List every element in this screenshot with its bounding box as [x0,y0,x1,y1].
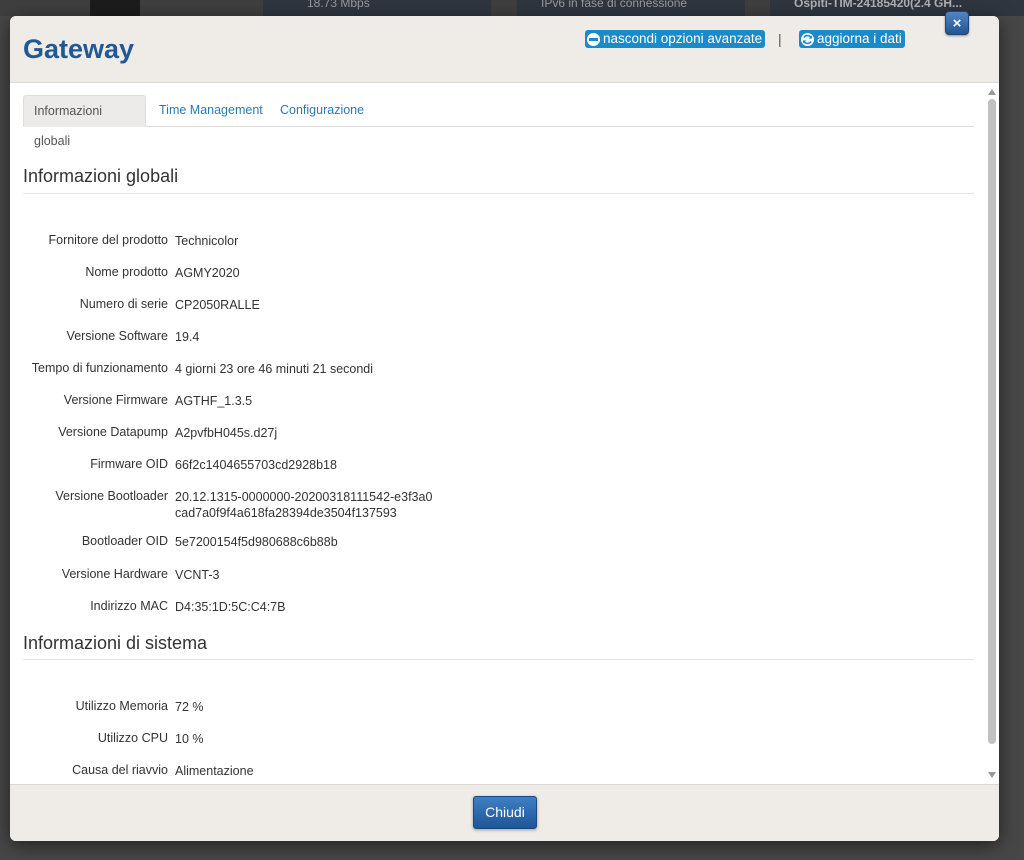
refresh-data-button[interactable]: aggiorna i dati [799,30,905,48]
background-guest-wifi-text: Ospiti-TIM-24185420(2.4 GH... [794,0,963,10]
refresh-icon [801,32,814,46]
info-value: Technicolor [175,234,239,248]
background-card-guest-wifi: Ospiti-TIM-24185420(2.4 GH... [770,0,1024,16]
info-value: VCNT-3 [175,568,220,582]
section-title-global-info: Informazioni globali [23,166,179,186]
info-value: AGTHF_1.3.5 [175,394,253,408]
modal-title: Gateway [23,34,135,64]
info-value: 19.4 [175,330,200,344]
section-title-system-info: Informazioni di sistema [23,633,208,653]
scroll-up-arrow-icon[interactable] [988,89,996,95]
section-divider [23,659,974,660]
modal-body: Informazioni globali Time Management Con… [10,83,999,784]
info-label: Bootloader OID [81,534,168,548]
gateway-modal: Gateway nascondi opzioni avanzate | aggi… [10,16,999,841]
info-label: Versione Firmware [63,393,168,407]
info-value: 10 % [175,732,204,746]
vertical-scrollbar[interactable] [986,83,999,784]
modal-header: Gateway nascondi opzioni avanzate | aggi… [10,16,999,83]
minus-circle-icon [587,32,600,46]
info-value: 66f2c1404655703cd2928b18 [175,458,337,472]
tab-time-management[interactable]: Time Management [149,95,273,127]
hide-advanced-options-button[interactable]: nascondi opzioni avanzate [585,30,766,48]
modal-close-x-button[interactable]: × [945,11,969,35]
scrollbar-thumb[interactable] [988,99,996,744]
tab-bar: Informazioni globali Time Management Con… [23,95,974,148]
info-value: 4 giorni 23 ore 46 minuti 21 secondi [175,362,374,376]
info-value: AGMY2020 [175,266,240,280]
info-value: 5e7200154f5d980688c6b88b [175,535,338,549]
info-label: Numero di serie [79,297,168,311]
info-value: 72 % [175,700,204,714]
background-page: 18.73 Mbps IPv6 in fase di connessione O… [0,0,1024,16]
info-value: Alimentazione [175,764,254,778]
tab-global-info[interactable]: Informazioni globali [23,95,146,148]
info-label: Nome prodotto [85,265,168,279]
info-label: Versione Bootloader [55,489,168,503]
info-label: Firmware OID [90,457,168,471]
background-device-image [90,0,140,16]
modal-footer: Chiudi [10,784,999,841]
info-label: Causa del riavvio [72,763,168,777]
header-separator: | [778,31,782,47]
background-card-ipv6: IPv6 in fase di connessione [517,0,745,16]
info-label: Indirizzo MAC [90,599,168,613]
info-value: A2pvfbH045s.d27j [175,426,278,440]
background-speed-text: 18.73 Mbps [307,0,370,10]
tab-configuration[interactable]: Configurazione [270,95,374,127]
background-ipv6-text: IPv6 in fase di connessione [541,0,688,10]
info-value: CP2050RALLE [175,298,260,312]
refresh-data-label: aggiorna i dati [817,31,902,46]
info-label: Versione Software [66,329,168,343]
scroll-down-arrow-icon[interactable] [988,772,996,778]
info-label: Utilizzo CPU [97,731,168,745]
background-card-speed: 18.73 Mbps [263,0,491,16]
section-divider [23,193,974,194]
info-label: Versione Datapump [58,425,168,439]
info-label: Fornitore del prodotto [48,233,168,247]
info-label: Tempo di funzionamento [31,361,168,375]
close-button[interactable]: Chiudi [473,796,537,829]
info-label: Utilizzo Memoria [75,699,168,713]
info-label: Versione Hardware [61,567,168,581]
info-value: 20.12.1315-0000000-20200318111542-e3f3a0… [175,490,433,520]
hide-advanced-options-label: nascondi opzioni avanzate [603,31,763,46]
info-value: D4:35:1D:5C:C4:7B [175,600,286,614]
